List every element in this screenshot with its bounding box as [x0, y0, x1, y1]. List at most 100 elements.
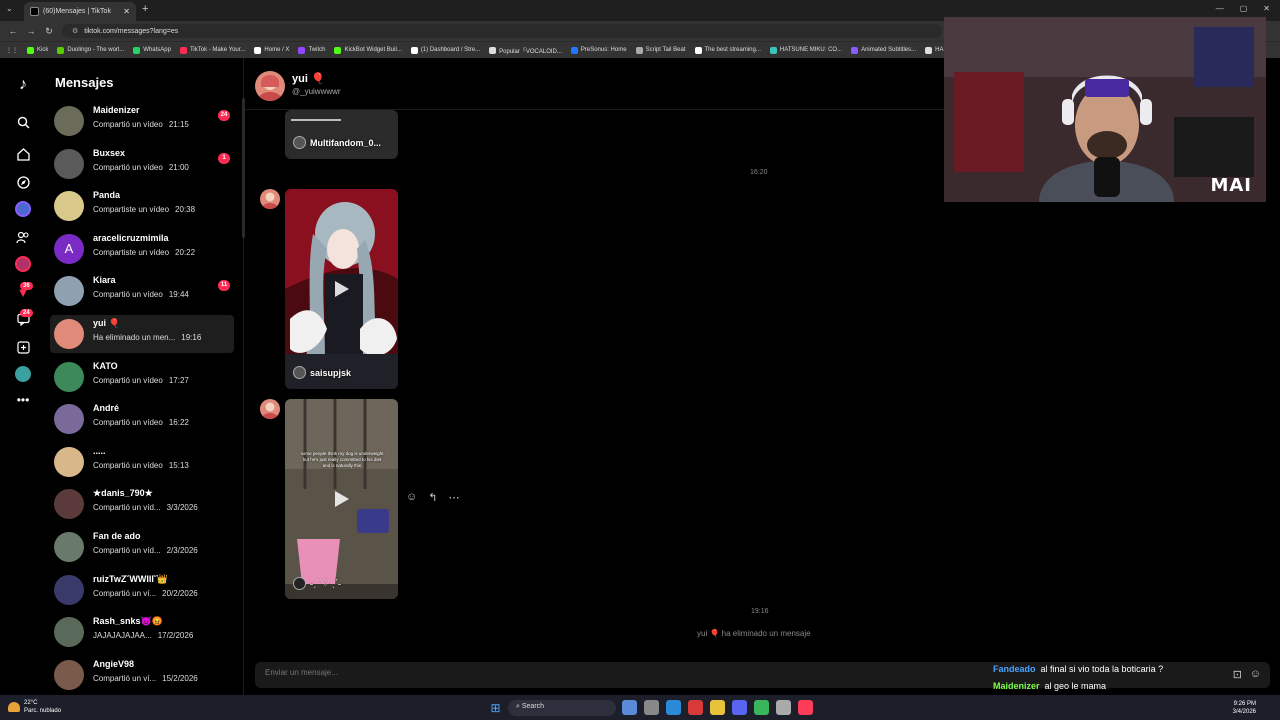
conversation-item[interactable]: Aaracelicruzmimila Compartiste un vídeo 20… — [50, 230, 234, 268]
bookmark-item[interactable]: PreSonus: Home — [570, 46, 627, 54]
bookmark-item[interactable]: Kick — [27, 46, 48, 54]
sidebar-scrollbar[interactable] — [242, 98, 245, 238]
live-avatar-icon[interactable] — [14, 255, 32, 273]
conversation-avatar — [54, 446, 84, 477]
conversation-item[interactable]: Kiara Compartió un vídeo 19:44 11 — [50, 272, 234, 310]
task-view-icon[interactable] — [644, 700, 659, 715]
conversation-item[interactable]: Buxsex Compartió un vídeo 21:00 1 — [50, 145, 234, 183]
discord-icon[interactable] — [732, 700, 747, 715]
conversation-item[interactable]: André Compartió un vídeo 16:22 — [50, 400, 234, 438]
bookmark-item[interactable]: Popular「VOCALOID... — [489, 46, 562, 55]
edge-browser-icon[interactable] — [666, 700, 681, 715]
home-icon[interactable] — [14, 145, 32, 163]
conversation-avatar — [54, 276, 84, 307]
conversation-preview: Compartiste un vídeo 20:38 — [93, 205, 196, 215]
taskbar-search[interactable]: ⌕ Search — [508, 700, 616, 716]
play-icon[interactable] — [335, 281, 349, 297]
bookmark-item[interactable]: WhatsApp — [133, 46, 171, 54]
profile-avatar-icon[interactable] — [14, 365, 32, 383]
stream-chat-text: al geo le mama — [1044, 681, 1107, 691]
conversation-name: ★danis_790★ — [93, 488, 153, 499]
bookmark-item[interactable]: KickBot Widget Buil... — [334, 46, 402, 54]
bookmark-item[interactable]: (1) Dashboard / Stre... — [410, 46, 480, 54]
bookmark-item[interactable]: Home / X — [254, 46, 289, 54]
react-emoji-icon[interactable]: ☺ — [406, 491, 417, 504]
conversation-item[interactable]: Maidenizer Compartió un vídeo 21:15 24 — [50, 102, 234, 140]
system-clock[interactable]: 9:26 PM 3/4/2026 — [1233, 700, 1256, 716]
bookmark-favicon-icon — [694, 46, 702, 54]
reload-icon[interactable]: ↻ — [44, 26, 54, 37]
music-app-icon[interactable] — [798, 700, 813, 715]
close-window-icon[interactable]: ✕ — [1263, 4, 1270, 13]
apps-icon[interactable]: ⋮⋮ — [6, 47, 18, 54]
conversation-item[interactable]: KATO Compartió un vídeo 17:27 — [50, 358, 234, 396]
explore-icon[interactable] — [14, 173, 32, 191]
bookmark-item[interactable]: Twitch — [298, 46, 325, 54]
shared-video-card[interactable]: saisupjsk — [285, 189, 398, 389]
conversation-item[interactable]: ruizTwZ˘WWIII˘👑 Compartió un ví... 20/2/20… — [50, 571, 234, 609]
more-options-icon[interactable]: ⋯ — [448, 491, 459, 504]
conversation-item[interactable]: ★danis_790★ Compartió un víd... 3/3/2026 — [50, 485, 234, 523]
conversation-avatar — [54, 489, 84, 520]
bookmark-item[interactable]: Animated Subtitles... — [851, 46, 916, 54]
back-icon[interactable]: ← — [8, 26, 18, 36]
conversation-item[interactable]: ..... Compartió un vídeo 15:13 — [50, 443, 234, 481]
address-bar[interactable]: ⚙ tiktok.com/messages?lang=es — [62, 24, 942, 38]
friends-icon[interactable] — [14, 228, 32, 246]
conversation-avatar — [54, 148, 84, 179]
bookmark-favicon-icon — [133, 46, 141, 54]
cloud-app-icon[interactable] — [622, 700, 637, 715]
chat-name[interactable]: yui 🎈 — [292, 72, 325, 85]
tab-list-icon[interactable]: ⌄ — [6, 4, 13, 13]
conversation-avatar — [54, 617, 84, 648]
bookmark-item[interactable]: TikTok - Make Your... — [179, 46, 245, 54]
conversation-item[interactable]: AngieV98 Compartió un ví... 15/2/2026 — [50, 656, 234, 694]
browser-tab-active[interactable]: (60)Mensajes | TikTok ✕ — [24, 2, 136, 21]
conversation-item[interactable]: yui 🎈 Ha eliminado un men... 19:16 — [50, 315, 234, 353]
bookmark-item[interactable]: Duolingo - The worl... — [57, 46, 124, 54]
chrome-icon[interactable] — [754, 700, 769, 715]
upload-icon[interactable] — [14, 338, 32, 356]
shared-video-card[interactable]: some people think my dog is underweight … — [285, 399, 398, 599]
conversation-item[interactable]: Rash_snks😈😡 JAJAJAJAJAA... 17/2/2026 — [50, 613, 234, 651]
minimize-icon[interactable]: — — [1216, 4, 1224, 13]
reply-icon[interactable]: ↰ — [428, 491, 437, 504]
sender-avatar[interactable] — [260, 189, 280, 209]
maximize-icon[interactable]: ▢ — [1240, 4, 1248, 13]
more-icon[interactable]: ••• — [14, 391, 32, 409]
emoji-icon[interactable]: ☺ — [1250, 668, 1261, 680]
play-icon[interactable] — [335, 491, 349, 507]
shared-video-card[interactable]: Multifandom_0... — [285, 110, 398, 159]
new-tab-icon[interactable]: + — [142, 3, 148, 15]
image-attach-icon[interactable]: ⊡ — [1233, 668, 1242, 681]
site-info-icon[interactable]: ⚙ — [72, 28, 78, 35]
conversation-preview: Compartió un vídeo 17:27 — [93, 375, 189, 385]
search-icon[interactable] — [14, 113, 32, 131]
following-avatar-icon[interactable] — [14, 200, 32, 218]
windows-taskbar: 22°C Parc. nublado ⊞ ⌕ Search 9:26 PM 3/… — [0, 695, 1280, 720]
conversation-time: 21:15 — [168, 120, 189, 129]
unread-badge: 11 — [218, 280, 230, 292]
conversation-preview: Compartiste un vídeo 20:22 — [93, 247, 196, 257]
message-input[interactable] — [265, 668, 965, 677]
tab-close-icon[interactable]: ✕ — [123, 7, 130, 16]
conversation-item[interactable]: Fan de ado Compartió un víd... 2/3/2026 — [50, 528, 234, 566]
settings-icon[interactable] — [776, 700, 791, 715]
file-explorer-icon[interactable] — [710, 700, 725, 715]
sender-avatar[interactable] — [260, 399, 280, 419]
conversation-list: Mensajes Maidenizer Compartió un vídeo 21:… — [46, 58, 245, 695]
chat-avatar[interactable] — [255, 71, 285, 101]
tiktok-logo-icon[interactable]: ♪ — [14, 76, 32, 94]
windows-start-icon[interactable]: ⊞ — [488, 700, 503, 715]
bookmark-item[interactable]: HATSUNE MIKU: CO... — [769, 46, 842, 54]
bookmark-item[interactable]: The best streaming... — [694, 46, 761, 54]
forward-icon[interactable]: → — [26, 26, 36, 36]
weather-widget[interactable]: 22°C Parc. nublado — [8, 699, 61, 715]
weather-icon — [8, 702, 20, 712]
opera-icon[interactable] — [688, 700, 703, 715]
bookmark-item[interactable]: Script Tail Beat — [635, 46, 686, 54]
bookmark-item[interactable]: HA — [925, 46, 943, 54]
conversation-preview: Compartió un ví... 15/2/2026 — [93, 673, 198, 683]
conversation-item[interactable]: Panda Compartiste un vídeo 20:38 — [50, 187, 234, 225]
conversation-preview: Compartió un vídeo 15:13 — [93, 460, 189, 470]
